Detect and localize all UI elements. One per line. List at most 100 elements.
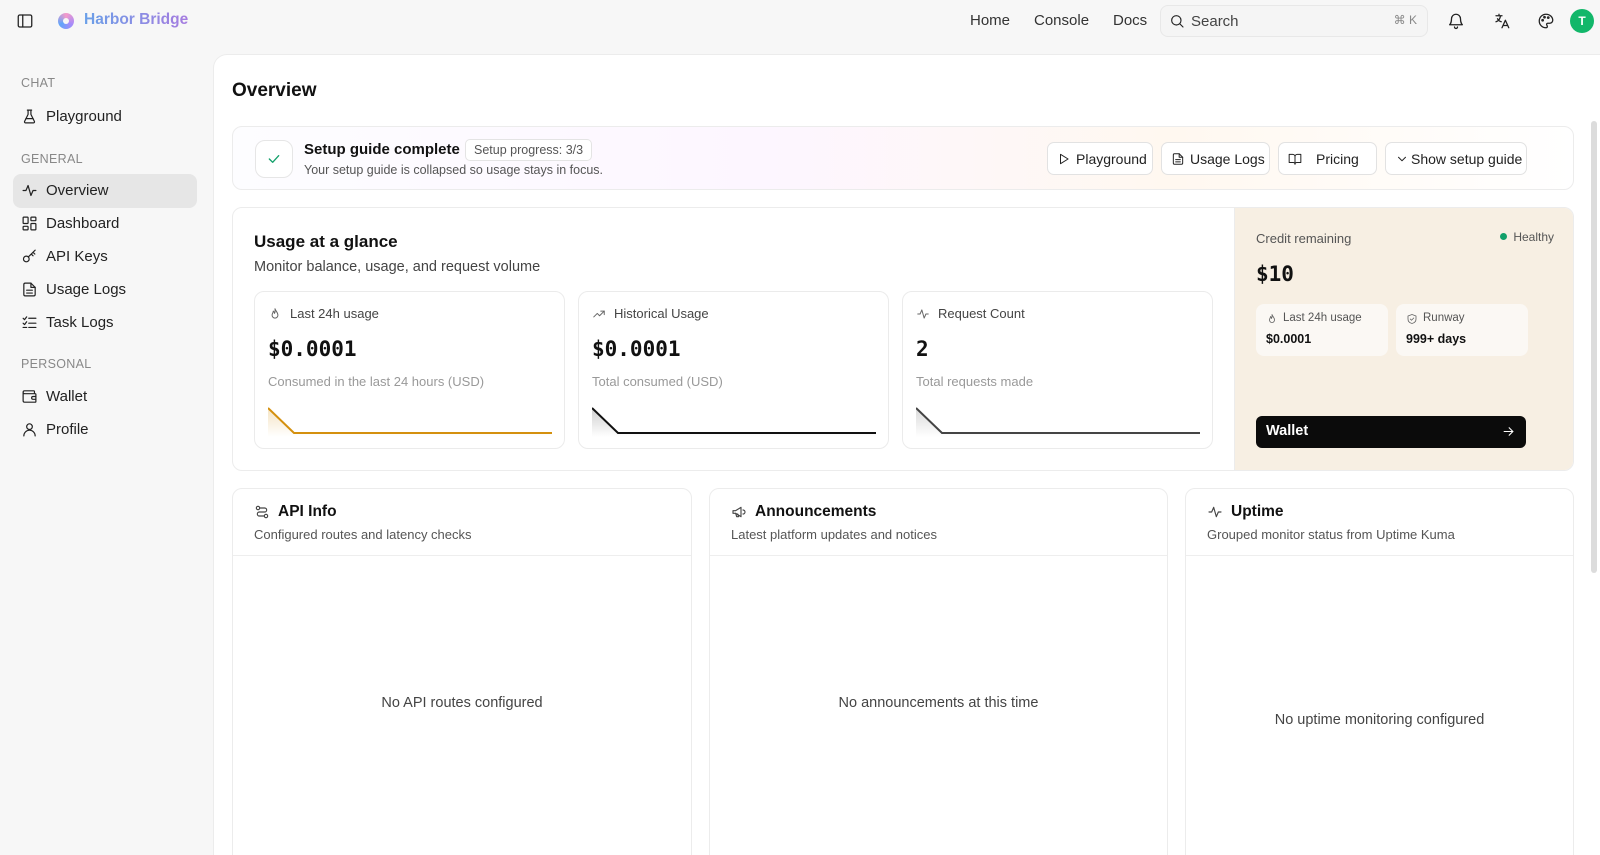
sidebar-section-general: GENERAL <box>21 152 83 166</box>
brand-logo-icon[interactable] <box>58 13 74 29</box>
route-icon <box>255 505 269 519</box>
card-description: Grouped monitor status from Uptime Kuma <box>1207 527 1455 542</box>
sidebar-item-label: Dashboard <box>46 215 120 232</box>
search-icon <box>1171 15 1184 28</box>
credit-amount: $10 <box>1256 262 1294 286</box>
card-header: Uptime Grouped monitor status from Uptim… <box>1186 489 1573 556</box>
sidebar-item-api-keys[interactable]: API Keys <box>13 240 197 274</box>
stat-label: Runway <box>1423 312 1465 324</box>
stat-value: 999+ days <box>1406 332 1467 346</box>
list-checks-icon <box>22 316 37 329</box>
notifications-button[interactable] <box>1447 12 1465 30</box>
sidebar-item-usage-logs[interactable]: Usage Logs <box>13 273 197 307</box>
credit-label: Credit remaining <box>1256 231 1352 246</box>
user-avatar[interactable]: T <box>1570 9 1594 33</box>
card-title: Announcements <box>755 503 877 520</box>
announcements-card: Announcements Latest platform updates an… <box>709 488 1168 855</box>
sidebar-item-task-logs[interactable]: Task Logs <box>13 306 197 340</box>
status-badge: Healthy <box>1500 230 1554 244</box>
metric-card-historical-usage: Historical Usage $0.0001 Total consumed … <box>578 291 889 449</box>
language-button[interactable] <box>1493 12 1511 30</box>
sparkline-historical-usage <box>592 407 876 437</box>
play-icon <box>1060 153 1069 165</box>
sidebar-item-label: Playground <box>46 108 122 125</box>
setup-title: Setup guide complete <box>304 141 460 158</box>
usage-title: Usage at a glance <box>254 232 398 251</box>
sidebar-item-dashboard[interactable]: Dashboard <box>13 207 197 241</box>
metric-card-last-24h: Last 24h usage $0.0001 Consumed in the l… <box>254 291 565 449</box>
sidebar: CHAT Playground GENERAL Overview Dashboa… <box>0 42 212 855</box>
card-title: API Info <box>278 503 337 520</box>
sidebar-item-playground[interactable]: Playground <box>13 100 197 134</box>
card-description: Latest platform updates and notices <box>731 527 937 542</box>
search-input[interactable]: Search ⌘ K <box>1160 5 1428 37</box>
shield-check-icon <box>1407 314 1417 324</box>
book-open-icon <box>1288 153 1302 165</box>
sidebar-toggle-button[interactable] <box>16 12 34 30</box>
sidebar-section-personal: PERSONAL <box>21 357 92 371</box>
sidebar-item-label: Task Logs <box>46 314 114 331</box>
wallet-button[interactable]: Wallet <box>1256 416 1526 448</box>
button-label: Pricing <box>1316 151 1359 167</box>
sparkline-request-count <box>916 407 1200 437</box>
show-setup-guide-button[interactable]: Show setup guide <box>1385 142 1527 175</box>
flask-icon <box>23 109 36 124</box>
check-icon <box>268 155 280 163</box>
metric-value: $0.0001 <box>268 337 357 361</box>
scrollbar-thumb[interactable] <box>1591 121 1597 573</box>
metric-label: Last 24h usage <box>290 306 379 321</box>
uptime-card: Uptime Grouped monitor status from Uptim… <box>1185 488 1574 855</box>
file-text-icon <box>23 282 36 297</box>
empty-state-text: No uptime monitoring configured <box>1274 712 1485 728</box>
activity-icon <box>917 309 929 319</box>
bell-icon <box>1448 13 1464 30</box>
brand-name[interactable]: Harbor Bridge <box>84 11 188 29</box>
translate-icon <box>1495 13 1510 29</box>
search-shortcut: ⌘ K <box>1393 13 1417 27</box>
page-title: Overview <box>232 80 317 101</box>
metric-description: Total requests made <box>916 374 1034 389</box>
usage-subtitle: Monitor balance, usage, and request volu… <box>254 259 541 275</box>
main-content: Overview Setup guide complete Setup prog… <box>213 54 1600 855</box>
api-info-card: API Info Configured routes and latency c… <box>232 488 692 855</box>
setup-usage-logs-button[interactable]: Usage Logs <box>1161 142 1270 175</box>
top-bar: Harbor Bridge Home Console Docs Search ⌘… <box>0 0 1600 42</box>
credit-runway-stat: Runway 999+ days <box>1396 304 1528 356</box>
empty-state-text: No announcements at this time <box>838 695 1039 711</box>
sidebar-section-chat: CHAT <box>21 76 56 90</box>
stat-label: Last 24h usage <box>1283 312 1362 324</box>
card-title: Uptime <box>1231 503 1284 520</box>
theme-button[interactable] <box>1537 12 1555 30</box>
arrow-right-icon <box>1503 427 1514 436</box>
sidebar-toggle-icon <box>17 14 33 28</box>
setup-progress-badge: Setup progress: 3/3 <box>465 139 593 161</box>
sidebar-item-wallet[interactable]: Wallet <box>13 380 197 414</box>
card-description: Configured routes and latency checks <box>254 527 472 542</box>
key-icon <box>22 249 36 263</box>
metric-value: $0.0001 <box>592 337 681 361</box>
user-icon <box>23 423 36 437</box>
setup-guide-banner: Setup guide complete Setup progress: 3/3… <box>232 126 1574 190</box>
nav-docs-link[interactable]: Docs <box>1113 12 1147 29</box>
sidebar-item-label: Usage Logs <box>46 281 127 298</box>
button-label: Usage Logs <box>1190 151 1265 167</box>
metric-label: Request Count <box>938 306 1025 321</box>
setup-pricing-button[interactable]: Pricing <box>1278 142 1377 175</box>
button-label: Wallet <box>1266 423 1309 439</box>
trending-up-icon <box>593 310 605 318</box>
sidebar-item-overview[interactable]: Overview <box>13 174 197 208</box>
wallet-icon <box>22 390 37 403</box>
nav-console-link[interactable]: Console <box>1034 12 1089 29</box>
sidebar-item-label: Profile <box>46 421 89 438</box>
credit-last-24h-stat: Last 24h usage $0.0001 <box>1256 304 1388 356</box>
sidebar-item-label: API Keys <box>46 248 108 265</box>
sidebar-item-label: Wallet <box>46 388 88 405</box>
flame-icon <box>1269 314 1275 323</box>
sidebar-item-profile[interactable]: Profile <box>13 413 197 447</box>
activity-icon <box>1208 506 1222 518</box>
setup-playground-button[interactable]: Playground <box>1047 142 1153 175</box>
nav-home-link[interactable]: Home <box>970 12 1010 29</box>
sidebar-item-label: Overview <box>46 182 109 199</box>
metric-description: Consumed in the last 24 hours (USD) <box>268 374 485 389</box>
credit-remaining-panel: Credit remaining Healthy $10 Last 24h us… <box>1234 208 1573 470</box>
